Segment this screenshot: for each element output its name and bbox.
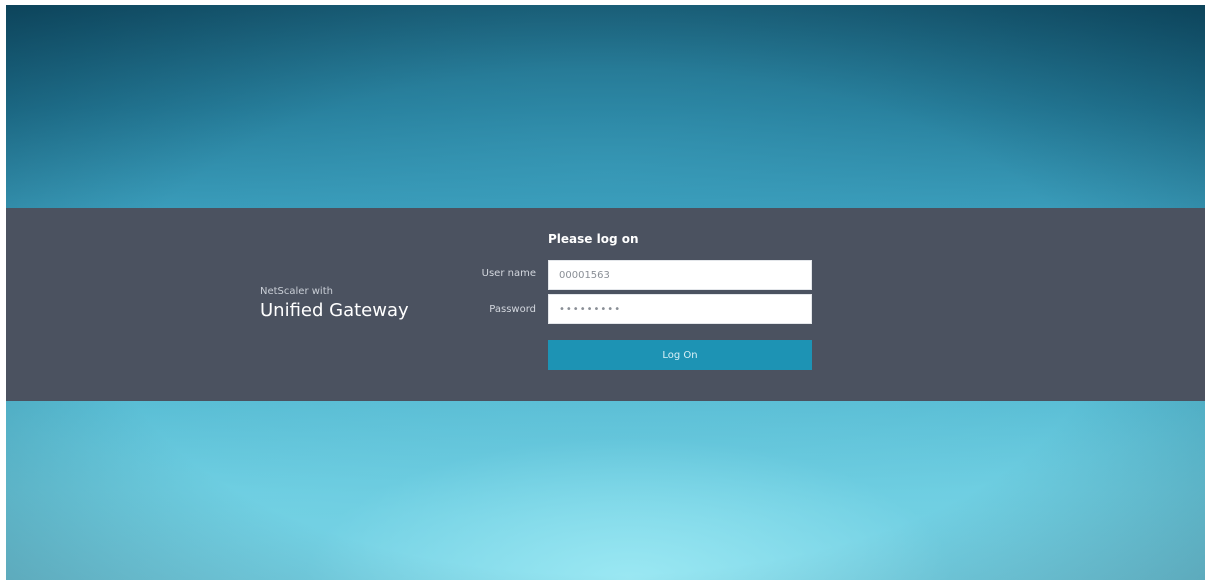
login-page-background: NetScaler with Unified Gateway Please lo…: [6, 5, 1205, 580]
password-input[interactable]: [548, 294, 812, 324]
brand-subtitle: NetScaler with: [260, 286, 333, 297]
log-on-button[interactable]: Log On: [548, 340, 812, 370]
login-form-title: Please log on: [548, 232, 639, 246]
brand-title: Unified Gateway: [260, 300, 409, 321]
username-input[interactable]: [548, 260, 812, 290]
password-label: Password: [489, 304, 536, 315]
username-label: User name: [481, 268, 536, 279]
